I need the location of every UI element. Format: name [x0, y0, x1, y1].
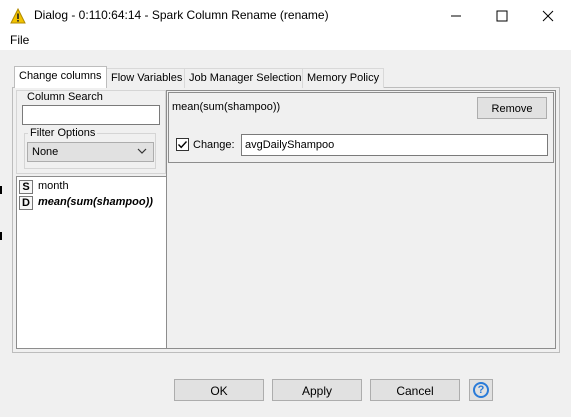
window-title: Dialog - 0:110:64:14 - Spark Column Rena… — [34, 8, 329, 22]
tab-memory-policy[interactable]: Memory Policy — [302, 68, 385, 88]
double-type-badge: D — [19, 196, 33, 210]
ok-button[interactable]: OK — [174, 379, 264, 401]
help-button[interactable]: ? — [469, 379, 493, 401]
cancel-button[interactable]: Cancel — [370, 379, 460, 401]
column-search-label: Column Search — [25, 91, 105, 103]
close-icon — [542, 10, 554, 21]
checkmark-icon — [177, 141, 188, 149]
maximize-button[interactable] — [479, 0, 525, 31]
change-label: Change: — [193, 139, 235, 151]
remove-button[interactable]: Remove — [477, 97, 547, 119]
menu-bar: File — [0, 31, 571, 50]
minimize-button[interactable] — [433, 0, 479, 31]
help-icon: ? — [473, 382, 489, 398]
maximize-icon — [496, 10, 508, 21]
column-list: S month D mean(sum(shampoo)) — [16, 176, 167, 349]
new-name-input[interactable] — [241, 134, 548, 156]
rename-column-title: mean(sum(shampoo)) — [172, 101, 281, 113]
filter-options-value: None — [32, 146, 59, 158]
background-edge-mark — [0, 186, 2, 194]
title-bar: Dialog - 0:110:64:14 - Spark Column Rena… — [0, 0, 571, 31]
filter-options-label: Filter Options — [28, 127, 98, 139]
menu-file[interactable]: File — [10, 33, 29, 47]
column-name: mean(sum(shampoo)) — [38, 196, 153, 208]
filter-options-select[interactable]: None — [27, 142, 154, 162]
tab-flow-variables[interactable]: Flow Variables — [106, 68, 188, 88]
chevron-down-icon — [137, 148, 147, 154]
column-search-input[interactable] — [22, 105, 160, 125]
background-edge-mark — [0, 232, 2, 240]
close-button[interactable] — [525, 0, 571, 31]
warning-triangle-icon — [10, 8, 26, 24]
apply-button[interactable]: Apply — [272, 379, 362, 401]
tab-change-columns[interactable]: Change columns — [14, 66, 107, 88]
column-name: month — [38, 180, 69, 192]
minimize-icon — [451, 15, 461, 16]
change-checkbox[interactable] — [176, 138, 189, 151]
tab-job-manager-selection[interactable]: Job Manager Selection — [184, 68, 307, 88]
string-type-badge: S — [19, 180, 33, 194]
